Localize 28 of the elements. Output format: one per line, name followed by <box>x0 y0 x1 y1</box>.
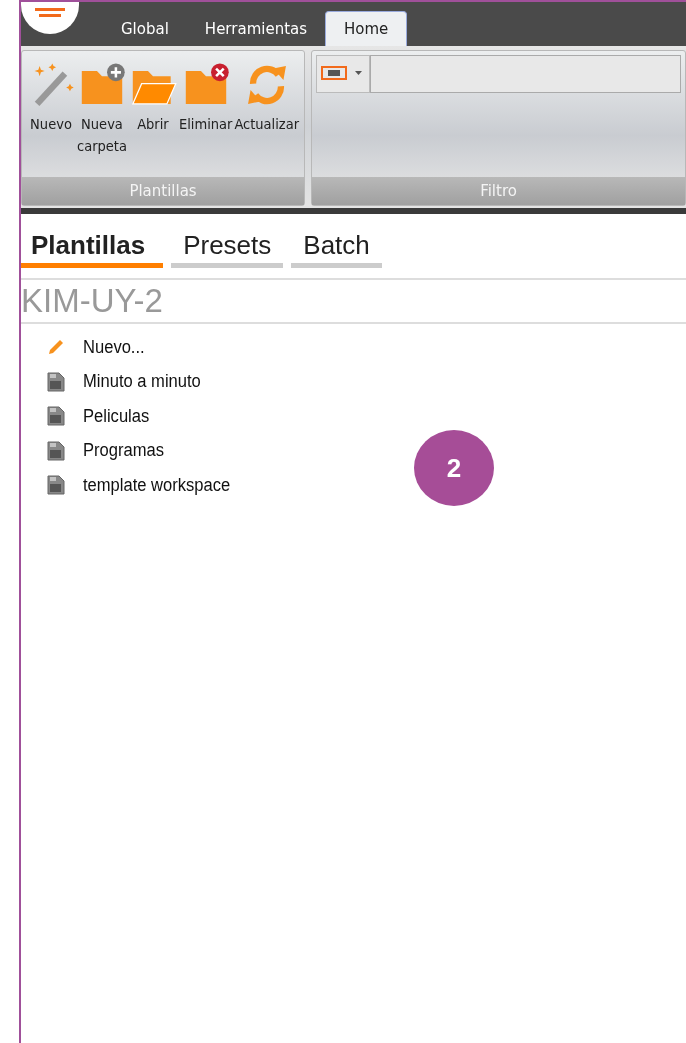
group-label: Plantillas <box>22 177 305 205</box>
ribbon-tab[interactable]: Herramientas <box>186 11 326 46</box>
ribbon-tab[interactable]: Home <box>325 11 408 46</box>
ribbon-button[interactable]: Eliminar <box>177 59 234 137</box>
group-label: Filtro <box>312 177 685 205</box>
ribbon-button[interactable]: Actualizar <box>233 59 301 137</box>
filter-input[interactable] <box>370 55 681 93</box>
filter-type-dropdown[interactable] <box>316 55 371 93</box>
list-item[interactable]: Peliculas <box>83 405 150 427</box>
document-icon <box>47 440 65 461</box>
document-icon <box>47 371 65 392</box>
list-item[interactable]: template workspace <box>83 474 231 496</box>
tab[interactable]: Plantillas <box>21 226 164 268</box>
list-item[interactable]: Programas <box>83 440 164 462</box>
ribbon-button[interactable]: Nueva carpeta <box>76 59 128 159</box>
app-logo-icon[interactable] <box>21 2 79 34</box>
callout-badge: 2 <box>414 430 494 506</box>
ribbon-button[interactable]: Abrir <box>127 59 178 137</box>
tab[interactable]: Presets <box>171 226 284 268</box>
ribbon-tab[interactable]: Global <box>103 11 187 46</box>
pencil-icon <box>47 338 65 357</box>
tab[interactable]: Batch <box>291 226 382 268</box>
list-item[interactable]: Minuto a minuto <box>83 371 201 393</box>
list-item[interactable]: Nuevo... <box>83 336 145 358</box>
document-icon <box>47 406 65 427</box>
document-icon <box>47 475 65 496</box>
ribbon-button[interactable]: Nuevo <box>26 59 76 137</box>
section-title: KIM-UY-2 <box>21 281 164 320</box>
